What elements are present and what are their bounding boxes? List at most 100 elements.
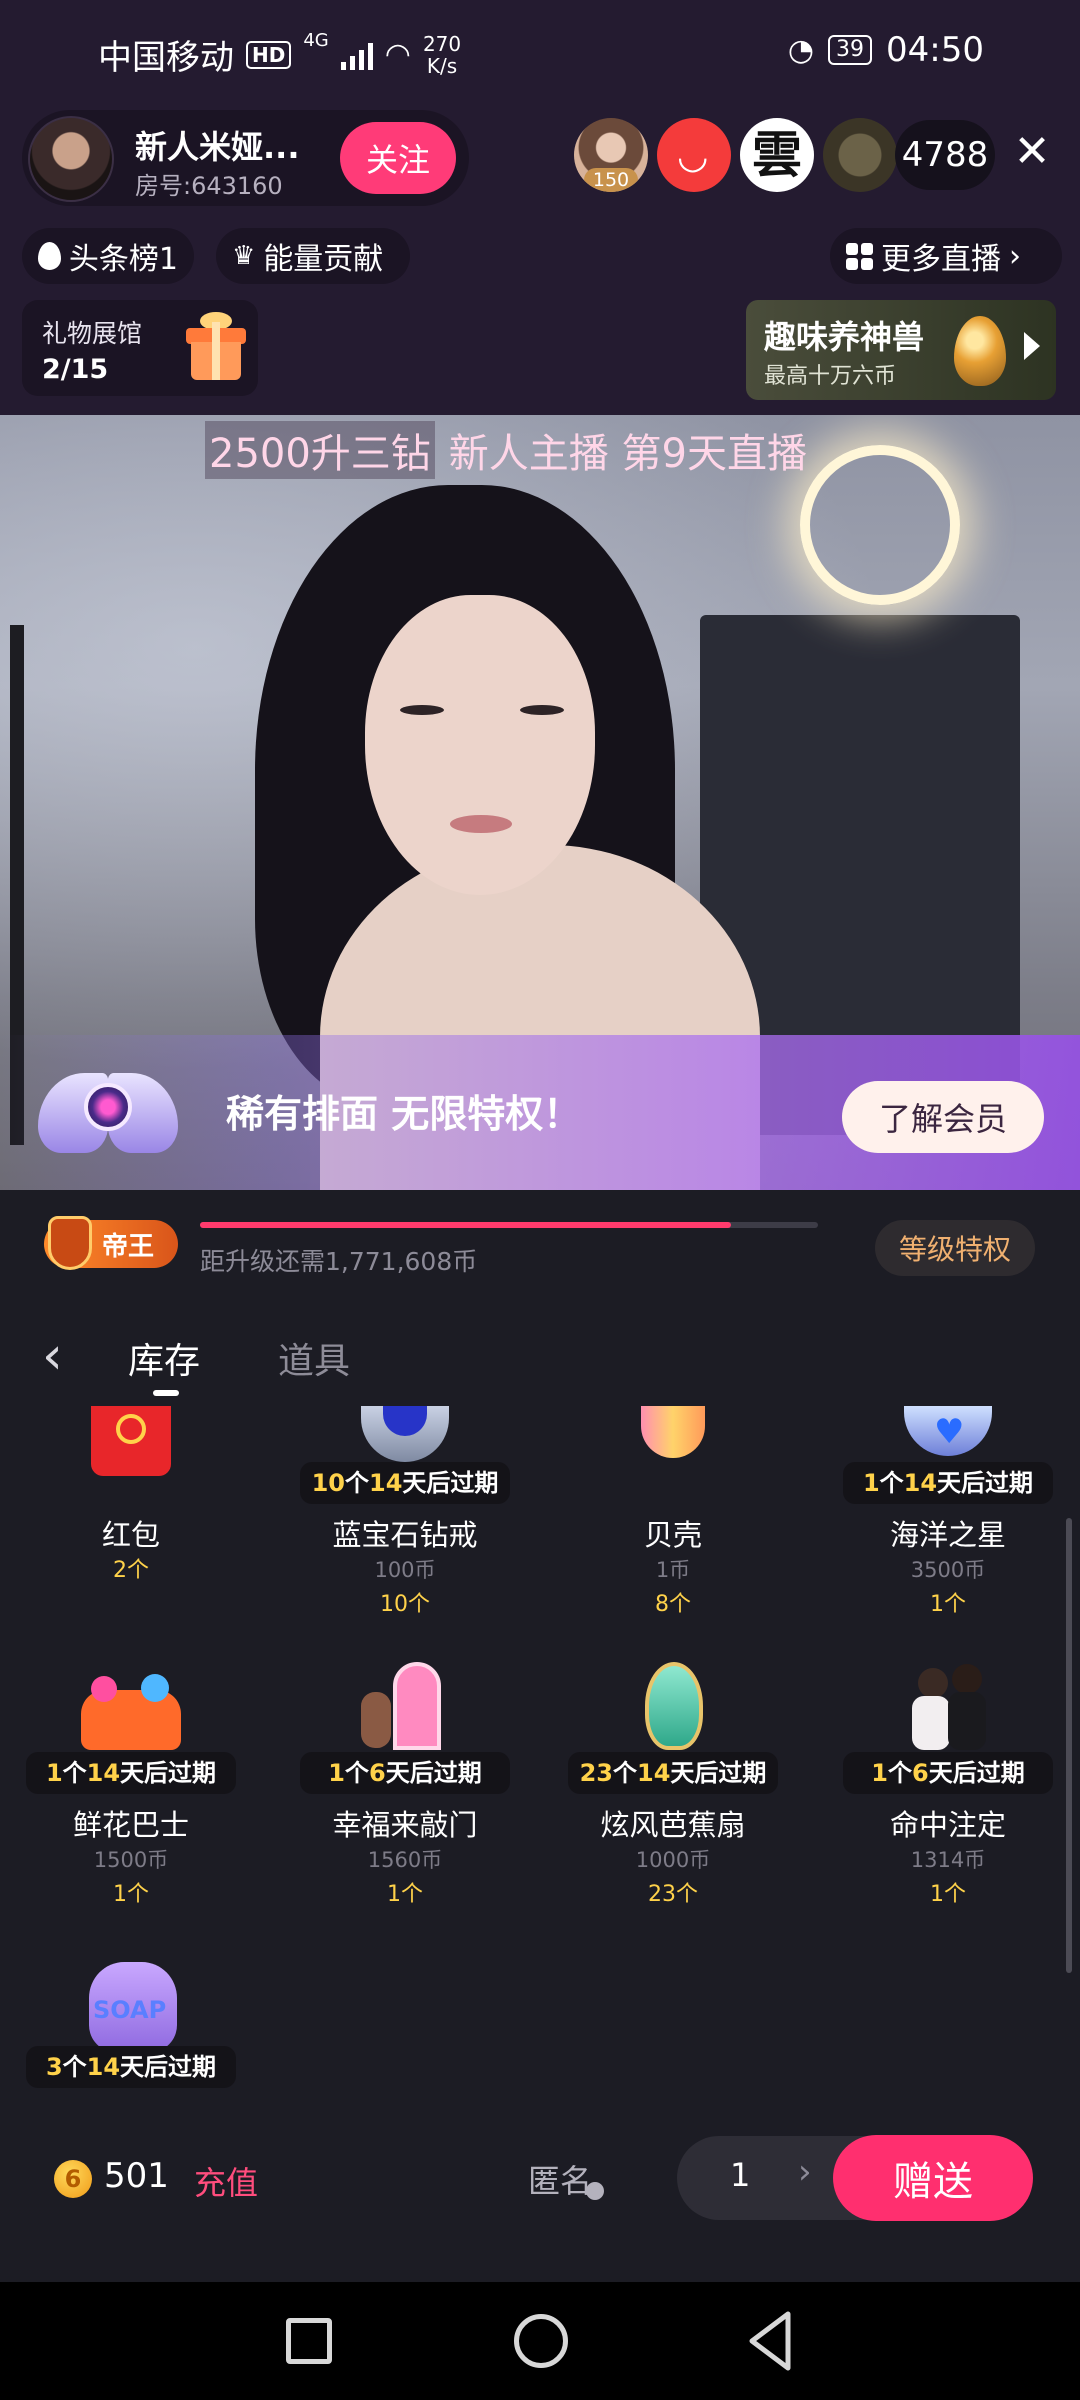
streamer-face xyxy=(365,595,595,895)
gift-hall-title: 礼物展馆 xyxy=(42,319,143,348)
expiry-badge: 1个14天后过期 xyxy=(26,1752,236,1794)
gift-price: 1000币 xyxy=(635,1848,711,1872)
door-knock-icon xyxy=(355,1662,455,1762)
shell-icon xyxy=(623,1406,723,1506)
send-gift-button[interactable]: 赠送 xyxy=(833,2135,1033,2221)
viewer-count[interactable]: 4788 xyxy=(895,120,995,190)
clock: 04:50 xyxy=(886,30,984,70)
top-viewers: 150 ◡ 雲 xyxy=(574,118,897,192)
back-triangle-icon[interactable] xyxy=(746,2310,794,2372)
wink-face-icon: ◡ xyxy=(677,136,709,177)
room-number: 房号:643160 xyxy=(135,172,283,200)
gift-qty: 1个 xyxy=(930,1882,966,1907)
shield-icon xyxy=(48,1216,92,1270)
viewer-badge: 150 xyxy=(584,168,638,192)
signal-icon xyxy=(340,40,373,70)
gift-name: 幸福来敲门 xyxy=(332,1808,478,1842)
egg-icon xyxy=(954,316,1006,386)
quantity-value: 1 xyxy=(730,2156,751,2194)
live-room-header: 中国移动 HD 4G ◠ 270 K/s ◔ 39 04:50 新人米娅... 房… xyxy=(0,0,1080,415)
alarm-icon: ◔ xyxy=(787,32,815,68)
home-icon[interactable] xyxy=(514,2314,568,2368)
gift-qty: 8个 xyxy=(655,1592,691,1617)
energy-contribution-chip[interactable]: ♛ 能量贡献 xyxy=(216,228,410,284)
inventory-scrollbar[interactable] xyxy=(1066,1518,1072,1973)
gift-item[interactable]: 红包 2个 xyxy=(6,1406,256,1646)
gift-box-icon xyxy=(186,312,246,380)
more-live-chip[interactable]: 更多直播 › xyxy=(830,228,1062,284)
gift-item[interactable]: ♥ 1个14天后过期 海洋之星 3500币 1个 xyxy=(823,1406,1060,1646)
learn-membership-button[interactable]: 了解会员 xyxy=(842,1081,1044,1153)
gift-item[interactable]: 1个6天后过期 幸福来敲门 1560币 1个 xyxy=(280,1662,530,1938)
vip-banner[interactable]: 稀有排面 无限特权！ 了解会员 xyxy=(0,1035,1080,1190)
gift-item[interactable]: 1个6天后过期 命中注定 1314币 1个 xyxy=(823,1664,1060,1938)
host-info[interactable]: 新人米娅... 房号:643160 关注 xyxy=(22,110,469,206)
tab-inventory[interactable]: 库存 xyxy=(128,1332,200,1384)
chevron-left-icon[interactable]: ‹ xyxy=(42,1330,78,1382)
host-avatar[interactable] xyxy=(28,116,114,202)
pet-banner-subtitle: 最高十万六币 xyxy=(764,364,897,389)
viewer-avatar-glyph: 雲 xyxy=(752,125,802,184)
level-badge-label: 帝王 xyxy=(102,1232,155,1262)
gift-name: 炫风芭蕉扇 xyxy=(600,1808,746,1842)
headline-rank-label: 头条榜1 xyxy=(68,242,178,277)
gift-qty: 10个 xyxy=(380,1592,430,1617)
level-hint: 距升级还需1,771,608币 xyxy=(200,1247,478,1276)
live-video[interactable]: 2500升三钻 新人主播 第9天直播 稀有排面 无限特权！ 了解会员 xyxy=(0,415,1080,1190)
gift-item[interactable]: 1个14天后过期 鲜花巴士 1500币 1个 xyxy=(6,1668,256,1938)
recharge-link[interactable]: 充值 xyxy=(194,2158,258,2204)
gift-price: 1币 xyxy=(655,1558,691,1582)
headline-info: 新人主播 第9天直播 xyxy=(448,431,807,477)
gift-name: 命中注定 xyxy=(889,1808,1006,1842)
gift-qty: 1个 xyxy=(930,1592,966,1617)
gift-item[interactable]: 贝壳 1币 8个 xyxy=(548,1406,798,1646)
gift-qty: 1个 xyxy=(113,1882,149,1907)
pet-banner-title: 趣味养神兽 xyxy=(764,318,925,356)
level-privilege-button[interactable]: 等级特权 xyxy=(875,1220,1035,1276)
status-bar: 中国移动 HD 4G ◠ 270 K/s ◔ 39 04:50 xyxy=(0,0,1080,105)
gift-item[interactable]: 23个14天后过期 炫风芭蕉扇 1000币 23个 xyxy=(548,1662,798,1938)
chevron-right-icon[interactable]: › xyxy=(798,2152,812,2192)
gift-qty: 23个 xyxy=(648,1882,698,1907)
pet-game-banner[interactable]: 趣味养神兽 最高十万六币 xyxy=(746,300,1056,400)
viewer-avatar[interactable]: ◡ xyxy=(657,118,731,192)
vip-emblem-icon xyxy=(38,1053,178,1173)
play-arrow-icon xyxy=(1024,332,1040,360)
anonymous-toggle[interactable]: 匿名 xyxy=(528,2156,592,2202)
headline-goal: 2500升三钻 xyxy=(205,421,435,479)
expiry-badge: 3个14天后过期 xyxy=(26,2046,236,2088)
viewer-avatar[interactable]: 雲 xyxy=(740,118,814,192)
gift-name: 蓝宝石钻戒 xyxy=(332,1518,478,1552)
couple-icon xyxy=(898,1662,998,1762)
battery-icon: 39 xyxy=(828,35,873,65)
viewer-avatar[interactable]: 150 xyxy=(574,118,648,192)
viewer-avatar[interactable] xyxy=(823,118,897,192)
gift-qty: 2个 xyxy=(113,1558,149,1583)
follow-button[interactable]: 关注 xyxy=(340,122,456,194)
tab-props[interactable]: 道具 xyxy=(278,1332,350,1384)
gift-price: 3500币 xyxy=(910,1558,986,1582)
grid-icon xyxy=(846,242,873,270)
anonymous-toggle-icon[interactable] xyxy=(586,2182,604,2200)
close-icon[interactable]: ✕ xyxy=(1008,128,1056,176)
expiry-badge: 23个14天后过期 xyxy=(568,1752,778,1794)
carrier-label: 中国移动 xyxy=(98,38,234,78)
gift-hall-card[interactable]: 礼物展馆 2/15 xyxy=(22,300,258,396)
network-type-label: 4G xyxy=(303,30,329,51)
net-speed: 270 K/s xyxy=(422,31,462,78)
gift-panel: 帝王 距升级还需1,771,608币 等级特权 ‹ 库存 道具 红包 2个 10… xyxy=(0,1190,1080,2282)
headline-rank-chip[interactable]: 头条榜1 xyxy=(22,228,194,284)
system-nav-bar xyxy=(0,2282,1080,2400)
recent-apps-icon[interactable] xyxy=(286,2318,332,2364)
gift-name: 鲜花巴士 xyxy=(72,1808,189,1842)
wifi-icon: ◠ xyxy=(384,37,411,72)
expiry-badge: 1个6天后过期 xyxy=(843,1752,1053,1794)
gift-item[interactable]: 10个14天后过期 蓝宝石钻戒 100币 10个 xyxy=(280,1406,530,1646)
gift-qty: 1个 xyxy=(387,1882,423,1907)
level-progress-fill xyxy=(200,1222,732,1228)
gift-price: 100币 xyxy=(374,1558,436,1582)
gift-price: 1500币 xyxy=(93,1848,169,1872)
host-name: 新人米娅... xyxy=(135,128,300,166)
more-live-label: 更多直播 xyxy=(881,242,1001,277)
ring-light xyxy=(800,445,960,605)
